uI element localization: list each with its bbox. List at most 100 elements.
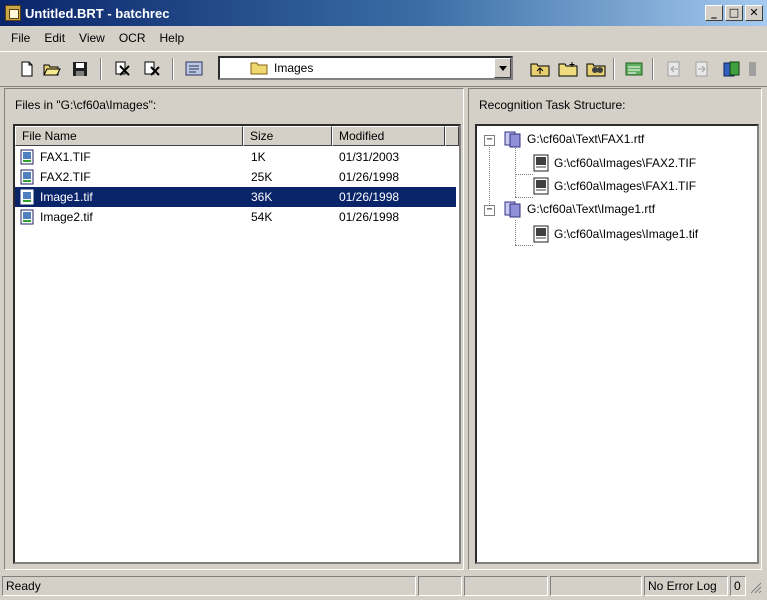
file-name: Image1.tif (40, 190, 93, 204)
chevron-down-icon (498, 65, 507, 71)
task-tree[interactable]: − G:\cf60a\Text\FAX1.rtf G:\cf60a\Images… (475, 124, 759, 564)
rtf-document-icon (504, 201, 521, 218)
image-file-icon (533, 154, 549, 172)
tree-node-label: G:\cf60a\Images\FAX1.TIF (554, 179, 697, 193)
error-count: 0 (730, 576, 746, 596)
file-size: 1K (251, 150, 266, 164)
menu-ocr[interactable]: OCR (112, 29, 153, 47)
file-name: FAX2.TIF (40, 170, 91, 184)
folder-icon (250, 62, 268, 75)
back-icon (667, 61, 679, 76)
save-icon (72, 61, 87, 76)
tree-connector (515, 220, 516, 245)
title-bar[interactable]: Untitled.BRT - batchrec _ □ ✕ (0, 0, 767, 26)
file-row-selected[interactable]: Image1.tif 36K 01/26/1998 (15, 187, 456, 207)
tree-node-image[interactable]: G:\cf60a\Images\FAX1.TIF (533, 175, 696, 197)
toolbar-separator (172, 58, 174, 80)
file-modified: 01/26/1998 (339, 210, 400, 224)
menu-edit[interactable]: Edit (37, 29, 72, 47)
find-button[interactable] (584, 57, 607, 80)
toolbar-separator (613, 58, 615, 80)
cut-icon (115, 61, 130, 76)
file-row[interactable]: FAX1.TIF 1K 01/31/2003 (15, 147, 456, 167)
scan-icon (185, 61, 202, 75)
task-structure-panel: Recognition Task Structure: − G:\cf60a\T… (468, 88, 762, 570)
options-button[interactable] (622, 57, 645, 80)
file-modified: 01/26/1998 (339, 170, 400, 184)
column-header-file-name[interactable]: File Name (15, 126, 243, 146)
open-icon (42, 64, 61, 75)
collapse-toggle[interactable]: − (484, 205, 495, 216)
menu-help[interactable]: Help (153, 29, 192, 47)
minimize-button[interactable]: _ (705, 5, 723, 21)
folder-new-button[interactable] (556, 57, 579, 80)
folder-combo[interactable]: Images (218, 56, 513, 80)
file-row[interactable]: Image2.tif 54K 01/26/1998 (15, 207, 456, 227)
find-icon (586, 63, 605, 76)
file-size: 54K (251, 210, 273, 224)
tree-node-label: G:\cf60a\Images\FAX2.TIF (554, 156, 697, 170)
tree-node-label: G:\cf60a\Text\Image1.rtf (527, 202, 656, 216)
toolbar-overflow-button[interactable] (745, 57, 761, 80)
run-icon (723, 61, 739, 76)
status-bar: Ready No Error Log 0 (0, 574, 767, 598)
run-button[interactable] (720, 57, 743, 80)
caption-buttons: _ □ ✕ (705, 5, 763, 21)
status-pane-empty (550, 576, 642, 596)
tree-node-image[interactable]: G:\cf60a\Images\FAX2.TIF (533, 152, 696, 174)
chevron-right-icon (749, 61, 756, 76)
column-header-filler (445, 126, 459, 146)
delete-icon (144, 61, 160, 76)
app-icon[interactable] (5, 5, 21, 21)
tiff-file-icon (20, 209, 34, 225)
folder-up-button[interactable] (528, 57, 551, 80)
forward-icon (695, 61, 707, 76)
file-name: FAX1.TIF (40, 150, 91, 164)
tree-node-image[interactable]: G:\cf60a\Images\Image1.tif (533, 223, 698, 245)
column-header-size[interactable]: Size (243, 126, 332, 146)
file-row[interactable]: FAX2.TIF 25K 01/26/1998 (15, 167, 456, 187)
folder-new-icon (558, 61, 577, 76)
combo-dropdown-button[interactable] (494, 58, 511, 78)
error-log-status[interactable]: No Error Log (644, 576, 728, 596)
back-button[interactable] (662, 57, 685, 80)
forward-button[interactable] (690, 57, 713, 80)
toolbar-separator (100, 58, 102, 80)
file-modified: 01/31/2003 (339, 150, 400, 164)
tiff-file-icon (20, 149, 34, 165)
tiff-file-icon (20, 189, 34, 205)
files-panel-label: Files in "G:\cf60a\Images": (15, 98, 157, 112)
collapse-toggle[interactable]: − (484, 135, 495, 146)
status-text: Ready (2, 576, 416, 596)
file-list[interactable]: File Name Size Modified FAX1.TIF 1K 01/3… (13, 124, 461, 564)
tree-node-output[interactable]: G:\cf60a\Text\Image1.rtf (504, 198, 655, 220)
options-icon (625, 62, 642, 75)
close-button[interactable]: ✕ (745, 5, 763, 21)
cut-button[interactable] (111, 57, 134, 80)
task-panel-label: Recognition Task Structure: (479, 98, 626, 112)
files-panel: Files in "G:\cf60a\Images": File Name Si… (4, 88, 464, 570)
toolbar-separator (652, 58, 654, 80)
tree-node-output[interactable]: G:\cf60a\Text\FAX1.rtf (504, 128, 644, 150)
file-size: 25K (251, 170, 273, 184)
menu-view[interactable]: View (72, 29, 112, 47)
rtf-document-icon (504, 131, 521, 148)
menu-bar: File Edit View OCR Help (0, 27, 767, 49)
image-file-icon (533, 225, 549, 243)
menu-file[interactable]: File (4, 29, 37, 47)
column-header-modified[interactable]: Modified (332, 126, 445, 146)
resize-grip-icon (750, 582, 762, 594)
file-name: Image2.tif (40, 210, 93, 224)
window-title: Untitled.BRT - batchrec (25, 5, 170, 21)
resize-grip[interactable] (748, 580, 762, 594)
tree-node-label: G:\cf60a\Images\Image1.tif (554, 227, 699, 241)
maximize-button[interactable]: □ (725, 5, 743, 21)
tree-connector (515, 174, 533, 175)
new-button[interactable] (15, 57, 38, 80)
status-pane-empty (464, 576, 548, 596)
delete-button[interactable] (140, 57, 163, 80)
tree-connector (515, 148, 516, 197)
open-button[interactable] (40, 57, 63, 80)
save-button[interactable] (68, 57, 91, 80)
scan-button[interactable] (182, 57, 205, 80)
